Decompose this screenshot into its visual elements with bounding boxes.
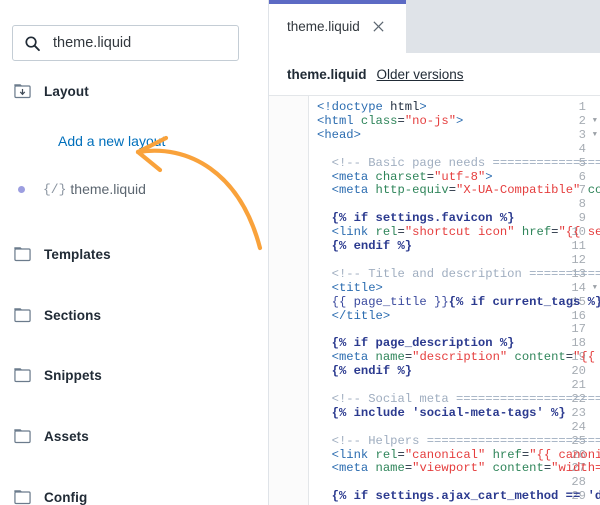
code-line: <!doctype html> <box>317 100 427 114</box>
tree-group-label: Layout <box>44 83 89 99</box>
unsaved-dot-icon <box>18 185 25 193</box>
tree-folder-label: Assets <box>44 428 89 444</box>
code-area[interactable]: 1 2 ▼ 3 ▼ 4 5 6 7 8 9 10 11 12 13 14 ▼ 15 16 17 18 19 20 21 22 23… <box>269 95 600 505</box>
tree-folder-label: Config <box>44 489 88 505</box>
code-line: <meta http-equiv="X-UA-Compatible" conte… <box>331 183 600 198</box>
file-search-box[interactable] <box>12 25 239 61</box>
code-line: <link rel="canonical" href="{{ canonical… <box>331 447 600 462</box>
tree-folder-assets[interactable]: Assets <box>0 425 262 447</box>
code-line: {% endif %} <box>331 364 413 379</box>
add-new-layout-row[interactable]: Add a new layout <box>0 131 262 151</box>
folder-icon <box>14 489 31 504</box>
code-line: <meta charset="utf-8"> <box>331 169 493 184</box>
folder-icon <box>14 307 31 322</box>
tab-theme-liquid[interactable]: theme.liquid <box>269 0 406 53</box>
code-line: {% if settings.favicon %} <box>331 211 515 226</box>
add-new-layout-link[interactable]: Add a new layout <box>58 133 165 149</box>
code-line: <!-- Helpers ===========================… <box>331 433 600 448</box>
tree-folder-label: Snippets <box>44 367 102 383</box>
tree-folder-sections[interactable]: Sections <box>0 304 262 326</box>
code-line: </title> <box>331 308 391 323</box>
folder-icon <box>14 246 31 261</box>
tree-folder-snippets[interactable]: Snippets <box>0 364 262 386</box>
search-icon <box>25 35 40 51</box>
folder-icon <box>14 428 31 443</box>
editor-tabstrip: theme.liquid <box>269 0 600 53</box>
code-line: {% if page_description %} <box>331 336 515 351</box>
code-line: {% endif %} <box>331 239 413 253</box>
code-line: <link rel="shortcut icon" href="{{ setti… <box>331 225 600 240</box>
tree-group-layout[interactable]: Layout <box>0 80 262 102</box>
theme-code-editor-screen: Layout Add a new layout {/} theme.liquid… <box>0 0 600 505</box>
close-icon[interactable] <box>372 20 385 33</box>
code-line: <html class="no-js"> <box>317 113 464 128</box>
liquid-file-icon: {/} <box>43 181 67 197</box>
tree-file-label: theme.liquid <box>70 181 146 197</box>
code-line: <!-- Title and description =============… <box>331 266 600 281</box>
code-line: <meta name="description" content="{{ pag… <box>331 350 596 365</box>
code-line: <!-- Social meta =======================… <box>331 391 600 406</box>
tree-folder-config[interactable]: Config <box>0 486 262 505</box>
tree-folder-label: Sections <box>44 307 102 323</box>
line-number-gutter <box>269 96 309 505</box>
code-line: {% include 'social-meta-tags' %} <box>331 405 566 420</box>
folder-icon <box>14 367 31 382</box>
older-versions-link[interactable]: Older versions <box>377 67 464 82</box>
tree-file-theme-liquid[interactable]: {/} theme.liquid <box>0 179 262 199</box>
code-content[interactable]: <!doctype html> <html class="no-js"> <head… <box>309 96 600 505</box>
tree-folder-templates[interactable]: Templates <box>0 243 262 265</box>
code-line: <meta name="viewport" content="width=dev… <box>331 461 600 476</box>
file-search-input[interactable] <box>53 33 228 53</box>
code-line: <head> <box>317 127 361 142</box>
folder-download-icon <box>14 83 31 98</box>
code-line: <!-- Basic page needs ==================… <box>331 155 600 170</box>
tree-folder-label: Templates <box>44 246 111 262</box>
file-tree: Layout Add a new layout {/} theme.liquid… <box>0 80 262 505</box>
editor-file-header: theme.liquid Older versions <box>269 53 600 95</box>
code-line: {{ page_title }}{% if current_tags %}{% … <box>331 294 600 309</box>
code-editor-panel: theme.liquid theme.liquid Older versions… <box>268 0 600 505</box>
code-line: <title> <box>331 280 383 295</box>
code-line: {% if settings.ajax_cart_method == 'draw… <box>331 489 600 504</box>
file-sidebar: Layout Add a new layout {/} theme.liquid… <box>0 0 263 505</box>
editor-file-title: theme.liquid <box>287 66 367 82</box>
tab-label: theme.liquid <box>287 19 360 34</box>
